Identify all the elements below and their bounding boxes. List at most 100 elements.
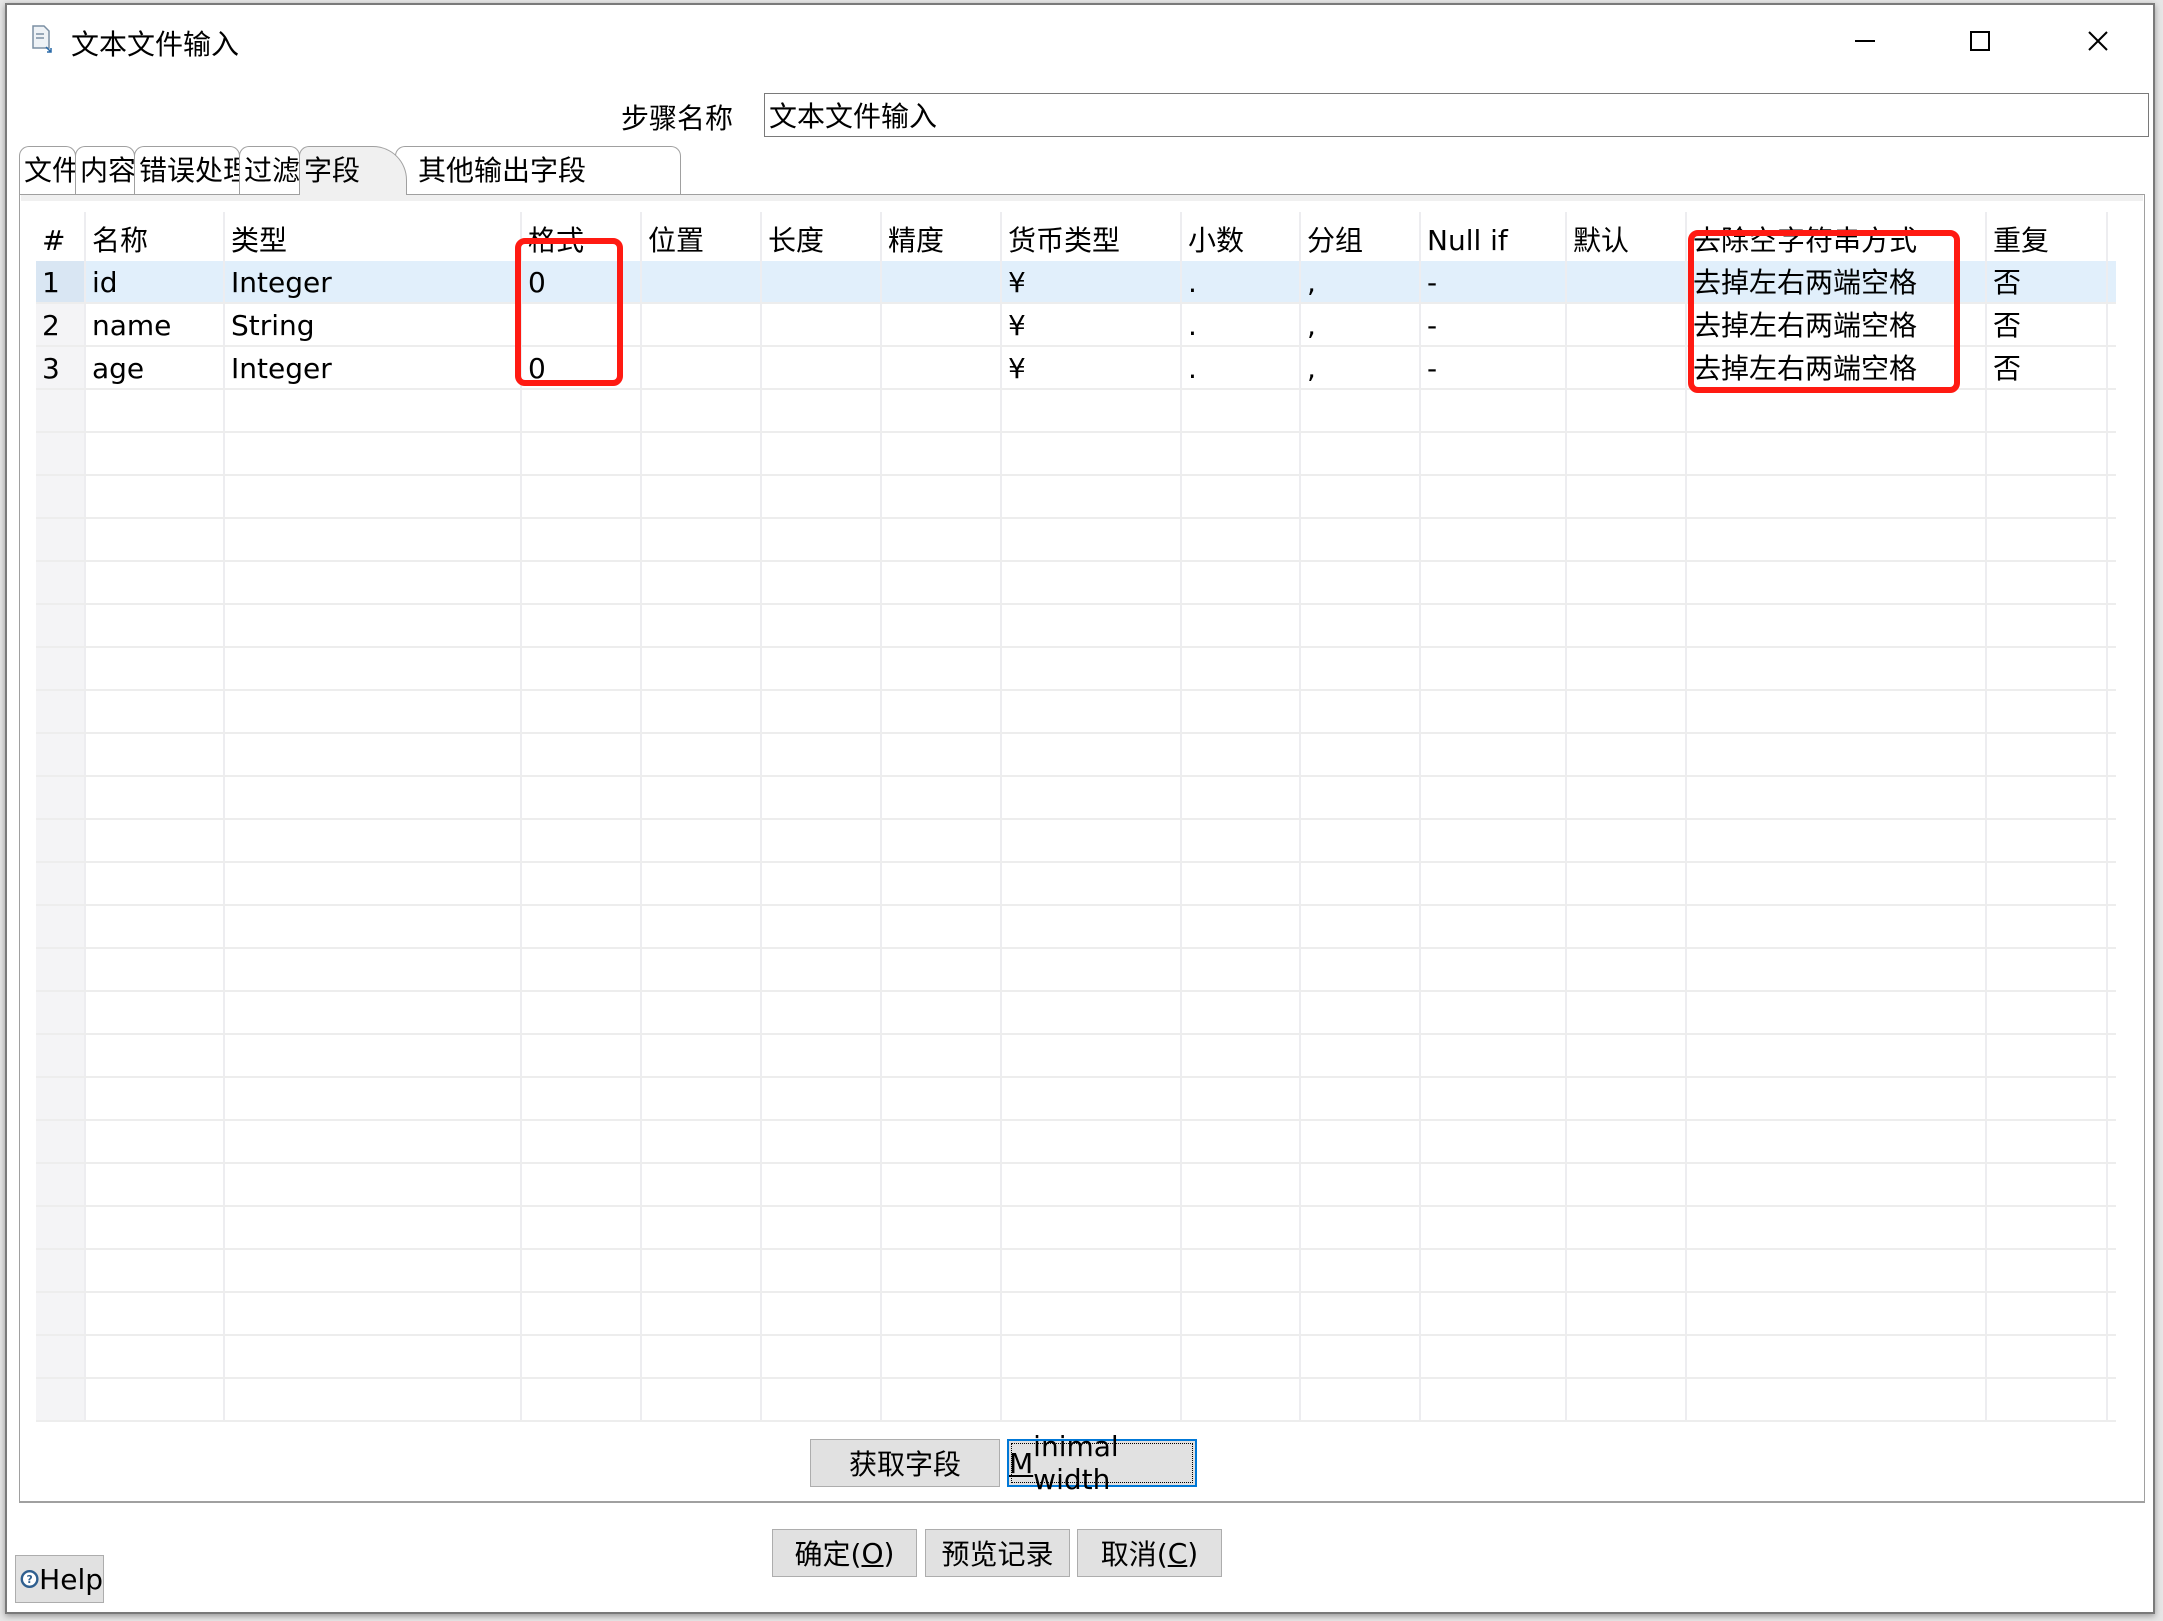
cell-name[interactable]: [86, 906, 225, 947]
cell-row-number[interactable]: [36, 476, 86, 517]
cell-length[interactable]: [762, 1207, 882, 1248]
cell-trim-type[interactable]: [1687, 992, 1987, 1033]
cell-row-number[interactable]: [36, 734, 86, 775]
minimal-width-button[interactable]: Minimal width: [1007, 1430, 1197, 1496]
cell-repeat[interactable]: [1987, 1121, 2108, 1162]
cell-default[interactable]: [1567, 261, 1687, 302]
cell-group[interactable]: [1301, 1035, 1421, 1076]
cell-decimal[interactable]: [1182, 734, 1301, 775]
cell-precision[interactable]: [882, 1250, 1002, 1291]
cell-default[interactable]: [1567, 734, 1687, 775]
cell-precision[interactable]: [882, 1121, 1002, 1162]
cell-repeat[interactable]: [1987, 863, 2108, 904]
cell-type[interactable]: [225, 1250, 522, 1291]
cell-type[interactable]: [225, 1336, 522, 1377]
tab-fields[interactable]: 字段: [299, 146, 407, 195]
get-fields-button[interactable]: 获取字段: [810, 1439, 1000, 1487]
cell-group[interactable]: [1301, 476, 1421, 517]
column-header-length[interactable]: 长度: [762, 212, 882, 261]
cell-row-number[interactable]: [36, 1121, 86, 1162]
cell-type[interactable]: [225, 734, 522, 775]
cell-precision[interactable]: [882, 1293, 1002, 1334]
cell-position[interactable]: [642, 562, 762, 603]
cell-currency[interactable]: [1002, 1379, 1182, 1420]
cell-position[interactable]: [642, 1336, 762, 1377]
cell-row-number[interactable]: 3: [36, 347, 86, 388]
cell-precision[interactable]: [882, 820, 1002, 861]
cell-format[interactable]: [522, 562, 642, 603]
cell-type[interactable]: [225, 777, 522, 818]
cell-null-if[interactable]: [1421, 1250, 1567, 1291]
cell-repeat[interactable]: [1987, 433, 2108, 474]
table-row[interactable]: [36, 992, 2116, 1035]
cell-decimal[interactable]: [1182, 1035, 1301, 1076]
cell-length[interactable]: [762, 992, 882, 1033]
cell-null-if[interactable]: [1421, 734, 1567, 775]
cell-group[interactable]: [1301, 648, 1421, 689]
cell-group[interactable]: ,: [1301, 347, 1421, 388]
cell-name[interactable]: id: [86, 261, 225, 302]
cell-default[interactable]: [1567, 476, 1687, 517]
cell-precision[interactable]: [882, 433, 1002, 474]
cell-group[interactable]: [1301, 992, 1421, 1033]
cell-default[interactable]: [1567, 820, 1687, 861]
help-button[interactable]: ? Help: [15, 1555, 104, 1603]
table-row[interactable]: [36, 390, 2116, 433]
cell-decimal[interactable]: .: [1182, 347, 1301, 388]
cell-type[interactable]: Integer: [225, 261, 522, 302]
cell-length[interactable]: [762, 734, 882, 775]
cell-decimal[interactable]: [1182, 949, 1301, 990]
cell-group[interactable]: [1301, 906, 1421, 947]
cell-repeat[interactable]: [1987, 476, 2108, 517]
cell-row-number[interactable]: [36, 992, 86, 1033]
cell-decimal[interactable]: .: [1182, 304, 1301, 345]
cell-currency[interactable]: [1002, 949, 1182, 990]
column-header-currency[interactable]: 货币类型: [1002, 212, 1182, 261]
cell-length[interactable]: [762, 1293, 882, 1334]
table-row[interactable]: [36, 820, 2116, 863]
cell-format[interactable]: 0: [522, 347, 642, 388]
cell-default[interactable]: [1567, 777, 1687, 818]
cell-row-number[interactable]: [36, 1078, 86, 1119]
cell-format[interactable]: [522, 949, 642, 990]
cell-position[interactable]: [642, 648, 762, 689]
cell-type[interactable]: [225, 1207, 522, 1248]
cell-type[interactable]: [225, 433, 522, 474]
cell-position[interactable]: [642, 476, 762, 517]
cell-default[interactable]: [1567, 906, 1687, 947]
cell-precision[interactable]: [882, 1336, 1002, 1377]
cell-currency[interactable]: [1002, 433, 1182, 474]
cell-null-if[interactable]: [1421, 691, 1567, 732]
cell-format[interactable]: [522, 1293, 642, 1334]
cell-position[interactable]: [642, 949, 762, 990]
cell-null-if[interactable]: [1421, 992, 1567, 1033]
cell-group[interactable]: [1301, 433, 1421, 474]
cell-length[interactable]: [762, 476, 882, 517]
cell-currency[interactable]: [1002, 1035, 1182, 1076]
cell-name[interactable]: [86, 949, 225, 990]
cell-currency[interactable]: [1002, 691, 1182, 732]
cell-format[interactable]: [522, 734, 642, 775]
cell-format[interactable]: [522, 390, 642, 431]
cell-repeat[interactable]: [1987, 820, 2108, 861]
cell-currency[interactable]: [1002, 648, 1182, 689]
cell-length[interactable]: [762, 562, 882, 603]
cell-position[interactable]: [642, 863, 762, 904]
cell-name[interactable]: name: [86, 304, 225, 345]
cell-currency[interactable]: [1002, 863, 1182, 904]
close-button[interactable]: [2068, 13, 2128, 69]
preview-button[interactable]: 预览记录: [925, 1529, 1070, 1577]
cell-name[interactable]: [86, 519, 225, 560]
cell-name[interactable]: [86, 1250, 225, 1291]
cell-position[interactable]: [642, 261, 762, 302]
cell-type[interactable]: Integer: [225, 347, 522, 388]
cell-repeat[interactable]: 否: [1987, 347, 2108, 388]
cell-null-if[interactable]: [1421, 1293, 1567, 1334]
cell-decimal[interactable]: [1182, 1293, 1301, 1334]
cell-type[interactable]: [225, 906, 522, 947]
cell-name[interactable]: [86, 1121, 225, 1162]
cell-repeat[interactable]: [1987, 1035, 2108, 1076]
cell-group[interactable]: [1301, 949, 1421, 990]
cell-name[interactable]: [86, 433, 225, 474]
cell-format[interactable]: [522, 304, 642, 345]
